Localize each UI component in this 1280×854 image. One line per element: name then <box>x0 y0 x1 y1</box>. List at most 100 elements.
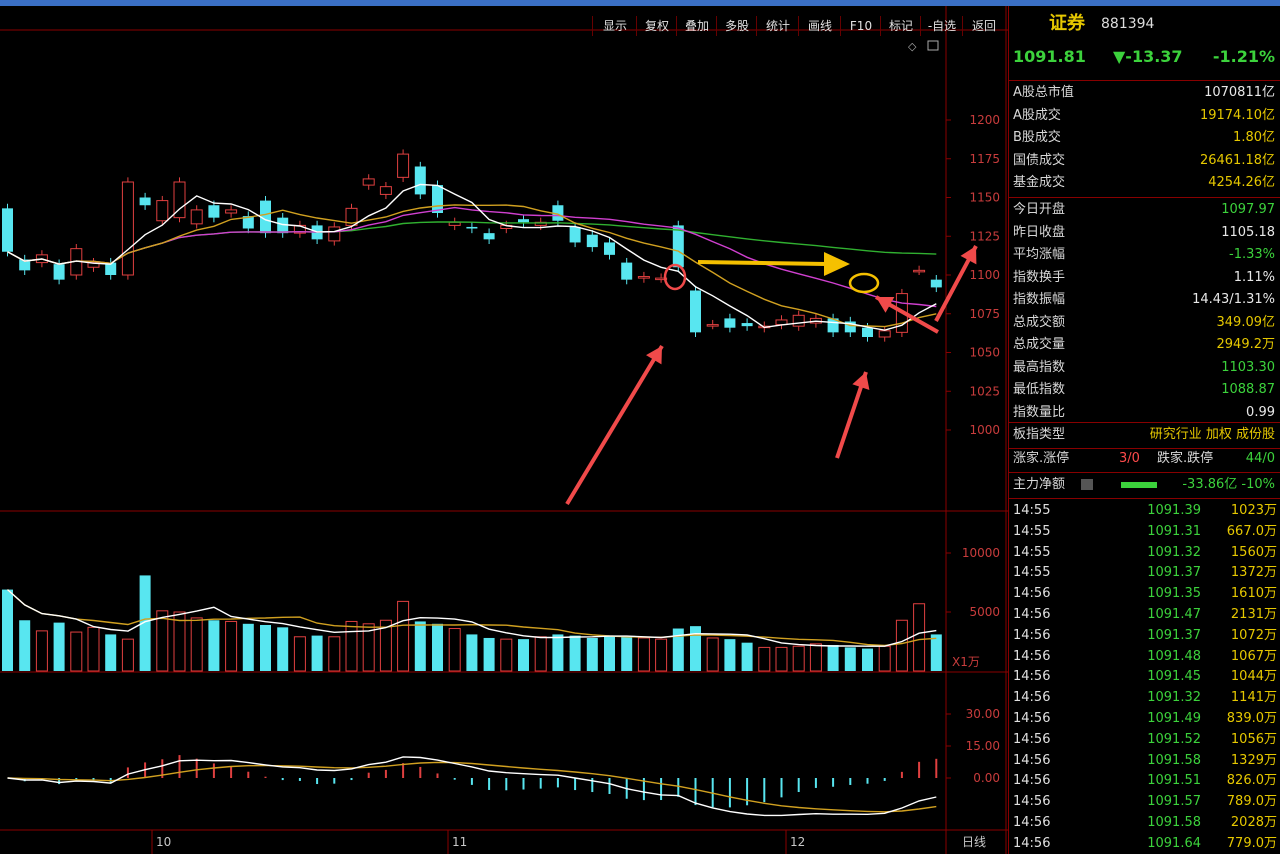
tick-time: 14:55 <box>1013 503 1051 518</box>
tick-row: 14:56 1091.57 789.0万 <box>1009 791 1280 812</box>
volume-bar-up <box>534 636 547 672</box>
price-line: 1091.81 ▼-13.37 -1.21% <box>1009 44 1280 70</box>
volume-bar-down <box>930 634 942 671</box>
toolbar-button[interactable]: 多股 <box>716 16 757 36</box>
volume-bar-down <box>690 626 701 671</box>
candle-up <box>190 209 203 225</box>
stat-value: 4254.26亿 <box>1208 175 1275 190</box>
toolbar-button[interactable]: 标记 <box>880 16 921 36</box>
last-price: 1091.81 <box>1013 47 1086 66</box>
price-change-pct: -1.21% <box>1212 47 1275 66</box>
candle-down <box>139 197 151 206</box>
volume-bar-down <box>414 621 426 671</box>
divider <box>1009 80 1280 81</box>
volume-bar-down <box>277 627 289 671</box>
volume-bar-up <box>293 636 306 672</box>
price-tick-label: 1025 <box>969 384 1000 398</box>
tick-price: 1091.47 <box>1147 607 1201 622</box>
tick-row: 14:56 1091.48 1067万 <box>1009 646 1280 667</box>
tick-time: 14:55 <box>1013 544 1051 560</box>
toolbar-button[interactable]: F10 <box>840 16 881 36</box>
annotation-arrow <box>697 260 827 266</box>
volume-bar-up <box>637 637 650 672</box>
candle-down <box>586 234 598 248</box>
stat-row: 今日开盘 1097.97 <box>1009 199 1280 221</box>
stat-value: 1070811亿 <box>1204 85 1275 100</box>
tick-time: 14:56 <box>1013 648 1051 664</box>
stat-value: -1.33% <box>1229 247 1275 262</box>
tick-price: 1091.39 <box>1147 503 1201 518</box>
price-tick-label: 1150 <box>969 191 1000 205</box>
tick-price: 1091.48 <box>1147 648 1201 664</box>
candle-up <box>878 330 891 338</box>
stat-row: 最低指数 1088.87 <box>1009 379 1280 401</box>
candle-down <box>518 219 529 223</box>
volume-bar-up <box>913 603 926 672</box>
tick-row: 14:55 1091.31 667.0万 <box>1009 521 1280 542</box>
toolbar-button[interactable]: 显示 <box>592 16 637 36</box>
toolbar-button[interactable]: 返回 <box>962 16 1005 36</box>
volume-bar-down <box>604 635 615 671</box>
kline-chart[interactable]: 120011751150112511001075105010251000◇100… <box>0 6 1008 854</box>
candle-up <box>637 276 650 279</box>
x-tick-label: 11 <box>452 835 467 849</box>
volume-bar-down <box>552 634 564 671</box>
toolbar-button[interactable]: 叠加 <box>676 16 717 36</box>
tick-price: 1091.32 <box>1147 690 1201 706</box>
tick-time: 14:56 <box>1013 627 1051 643</box>
toolbar-button[interactable]: 统计 <box>756 16 799 36</box>
volume-bar-up <box>121 638 134 672</box>
volume-bar-down <box>724 639 736 671</box>
toolbar-button[interactable]: 复权 <box>636 16 677 36</box>
stat-value: 26461.18亿 <box>1199 152 1275 168</box>
tick-volume: 1056万 <box>1230 731 1277 747</box>
kline-chart-area[interactable]: 1200 1175 1150 1125 1100 1075 1050 1025 1000 ◇ 100… <box>0 6 1008 854</box>
toolbar-button[interactable]: -自选 <box>920 16 963 36</box>
toolbar-button[interactable]: 画线 <box>798 16 841 36</box>
volume-bar-up <box>328 636 341 672</box>
stat-value: 14.43/1.31% <box>1192 292 1275 307</box>
flow-settings-icon[interactable] <box>1081 479 1093 490</box>
stat-row: 总成交额 349.09亿 <box>1009 312 1280 334</box>
index-type-row: 板指类型 研究行业 加权 成份股 <box>1009 424 1280 446</box>
volume-bar-down <box>586 637 598 671</box>
volume-bar-up <box>35 630 48 672</box>
volume-bar-up <box>70 631 83 672</box>
volume-bar-down <box>2 589 13 671</box>
tick-price: 1091.31 <box>1147 523 1201 539</box>
stat-label: 总成交量 <box>1013 337 1066 352</box>
tick-row: 14:56 1091.32 1141万 <box>1009 687 1280 708</box>
volume-tick-label: 10000 <box>962 546 1000 560</box>
volume-bar-up <box>792 645 805 672</box>
tick-volume: 667.0万 <box>1226 523 1277 539</box>
tick-volume: 789.0万 <box>1226 794 1277 810</box>
candle-up <box>121 181 134 276</box>
volume-bar-down <box>483 637 495 671</box>
stat-label: 今日开盘 <box>1013 202 1066 217</box>
tick-time: 14:55 <box>1013 523 1051 539</box>
x-tick-label: 12 <box>790 835 805 849</box>
candle-down <box>672 225 684 268</box>
candle-down <box>483 233 495 240</box>
stat-value: 1.80亿 <box>1233 130 1275 145</box>
volume-bar-up <box>397 600 410 672</box>
stat-row: 指数量比 0.99 <box>1009 402 1280 424</box>
macd-dif-line <box>7 756 937 817</box>
annotation-arrowhead <box>824 252 850 276</box>
stat-label: 总成交额 <box>1013 314 1066 330</box>
tick-volume: 1141万 <box>1230 690 1277 706</box>
volume-bar-up <box>809 643 822 672</box>
tick-volume: 1610万 <box>1230 586 1277 602</box>
x-tick-label: 10 <box>156 835 171 849</box>
stat-value: 1103.30 <box>1221 359 1275 375</box>
candle-down <box>569 226 581 243</box>
price-tick-label: 1200 <box>969 113 1000 127</box>
candle-down <box>690 290 701 333</box>
window-icon <box>927 40 939 51</box>
volume-bar-down <box>311 635 323 671</box>
tick-price: 1091.64 <box>1147 835 1201 851</box>
tick-time: 14:56 <box>1013 752 1051 768</box>
volume-bar-up <box>190 617 203 672</box>
tick-volume: 1044万 <box>1230 669 1277 685</box>
volume-bar-down <box>242 623 254 671</box>
